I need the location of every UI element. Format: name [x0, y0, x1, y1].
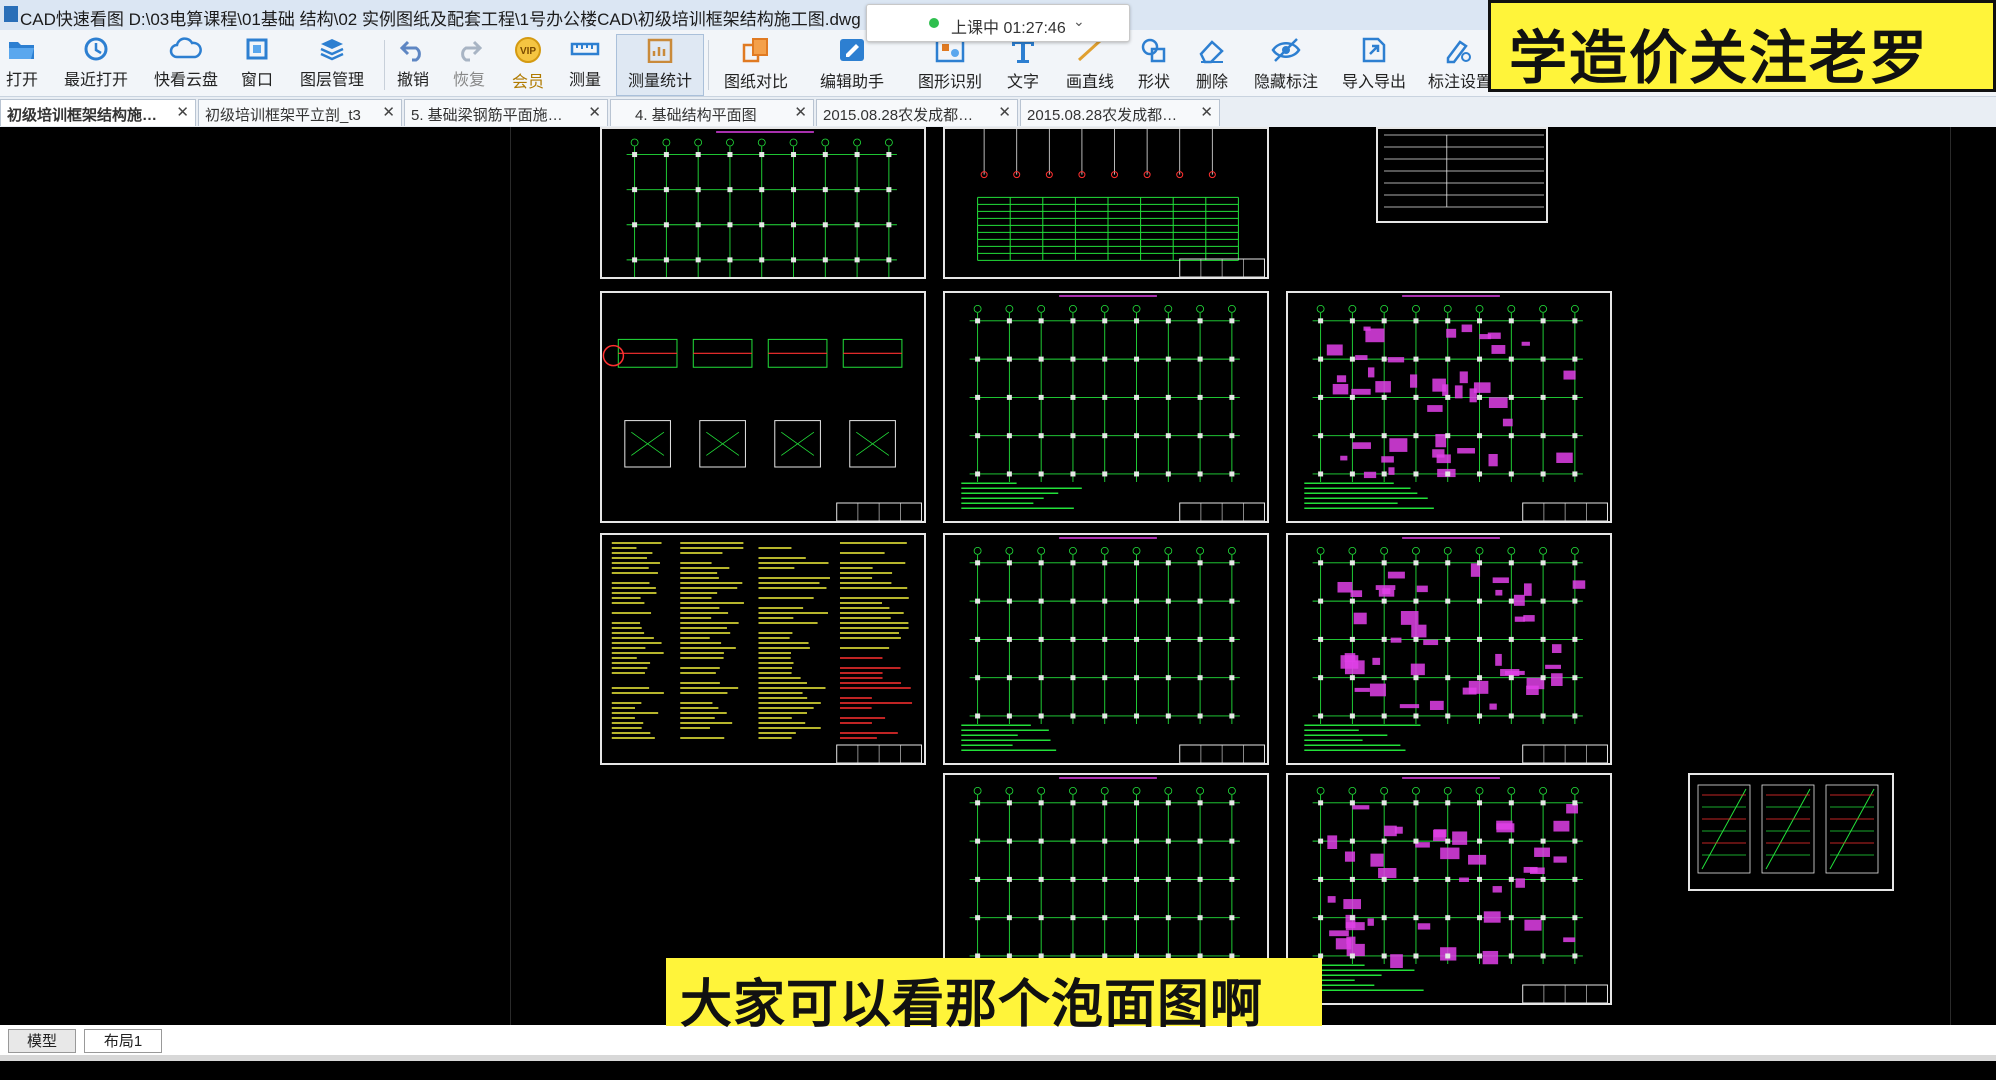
tab-document-1[interactable]: 初级培训框架结构施… ✕ [0, 99, 196, 126]
tab-document-4[interactable]: 4. 基础结构平面图 ✕ [610, 99, 814, 126]
history-icon [84, 37, 108, 61]
class-timer: 上课中 01:27:46 [951, 20, 1066, 37]
class-status-pill[interactable]: 上课中 01:27:46 ⌄ [866, 4, 1130, 42]
live-dot-icon [929, 18, 939, 28]
drawing-sheet[interactable] [943, 127, 1269, 279]
ruler-icon [570, 42, 600, 56]
cloud-icon [169, 37, 202, 59]
drawing-sheet[interactable] [1688, 773, 1894, 891]
window-icon [246, 38, 268, 60]
recent-open-button[interactable]: 最近打开 [58, 34, 134, 94]
edit-assistant-button[interactable]: 编辑助手 [814, 34, 890, 94]
horizontal-scrollbar[interactable] [0, 1055, 1996, 1061]
drawing-sheet[interactable] [1376, 127, 1548, 223]
canvas-divider [510, 127, 511, 1025]
drawing-canvas[interactable] [0, 127, 1996, 1025]
redo-icon [461, 40, 483, 62]
app-icon [4, 6, 18, 22]
import-export-icon [1362, 37, 1386, 63]
close-icon[interactable]: ✕ [382, 103, 395, 121]
drawing-sheet[interactable] [600, 291, 926, 523]
shape-button[interactable]: 形状 [1132, 34, 1176, 94]
draw-line-button[interactable]: 画直线 [1060, 34, 1120, 94]
open-button[interactable]: 打开 [2, 34, 42, 94]
svg-text:VIP: VIP [520, 46, 536, 57]
close-icon[interactable]: ✕ [794, 103, 807, 121]
layers-icon [320, 39, 344, 61]
window-title: CAD快速看图 D:\03电算课程\01基础 结构\02 实例图纸及配套工程\1… [20, 10, 861, 29]
text-button[interactable]: 文字 [1002, 34, 1044, 94]
layer-manage-button[interactable]: 图层管理 [296, 34, 368, 94]
tab-document-5[interactable]: 2015.08.28农发成都… ✕ [816, 99, 1018, 126]
shape-recognize-button[interactable]: 图形识别 [908, 34, 992, 94]
cloud-drive-button[interactable]: 快看云盘 [148, 34, 224, 94]
edit-assistant-icon [840, 39, 864, 61]
drawing-sheet[interactable] [943, 291, 1269, 523]
undo-button[interactable]: 撤销 [392, 34, 434, 94]
import-export-button[interactable]: 导入导出 [1338, 34, 1410, 94]
drawing-compare-button[interactable]: 图纸对比 [718, 34, 794, 94]
document-tab-bar: 初级培训框架结构施… ✕ 初级培训框架平立剖_t3 ✕ 5. 基础梁钢筋平面施…… [0, 97, 1996, 128]
promo-banner-text: 学造价关注老罗 [1509, 24, 1930, 92]
vip-icon: VIP [515, 37, 541, 63]
close-icon[interactable]: ✕ [176, 103, 189, 121]
hide-annotation-button[interactable]: 隐藏标注 [1250, 34, 1322, 94]
measure-stats-button[interactable]: 测量统计 [616, 34, 704, 96]
tab-layout1[interactable]: 布局1 [84, 1029, 162, 1053]
video-subtitle: 大家可以看那个泡面图啊 [666, 958, 1322, 1035]
hide-annotation-icon [1271, 38, 1301, 62]
subtitle-text: 大家可以看那个泡面图啊 [680, 975, 1264, 1035]
drawing-sheet[interactable] [1286, 291, 1612, 523]
tab-document-6[interactable]: 2015.08.28农发成都… ✕ [1020, 99, 1220, 126]
tab-document-3[interactable]: 5. 基础梁钢筋平面施… ✕ [404, 99, 608, 126]
eraser-icon [1199, 40, 1224, 64]
drawing-sheet[interactable] [600, 533, 926, 765]
close-icon[interactable]: ✕ [588, 103, 601, 121]
measure-stats-icon [647, 38, 673, 63]
window-button[interactable]: 窗口 [236, 34, 278, 94]
toolbar-separator [708, 40, 709, 90]
folder-open-icon [9, 42, 34, 59]
chevron-down-icon[interactable]: ⌄ [1073, 13, 1085, 30]
redo-button[interactable]: 恢复 [448, 34, 490, 94]
promo-banner: 学造价关注老罗 [1488, 0, 1996, 92]
toolbar-separator [384, 40, 385, 90]
tab-model[interactable]: 模型 [8, 1029, 76, 1053]
vip-button[interactable]: VIP 会员 [506, 34, 550, 94]
canvas-divider [1950, 127, 1951, 1025]
compare-icon [742, 38, 768, 63]
close-icon[interactable]: ✕ [1200, 103, 1213, 121]
annotation-settings-button[interactable]: 标注设置 [1428, 34, 1492, 94]
drawing-sheet[interactable] [600, 127, 926, 279]
drawing-sheet[interactable] [1286, 533, 1612, 765]
drawing-sheet[interactable] [1286, 773, 1612, 1005]
drawing-sheet[interactable] [943, 533, 1269, 765]
tab-document-2[interactable]: 初级培训框架平立剖_t3 ✕ [198, 99, 402, 126]
delete-button[interactable]: 删除 [1190, 34, 1234, 94]
annotation-settings-icon [1446, 40, 1471, 64]
shape-icon [1141, 38, 1166, 63]
close-icon[interactable]: ✕ [998, 103, 1011, 121]
measure-button[interactable]: 测量 [562, 34, 608, 94]
undo-icon [399, 40, 421, 62]
